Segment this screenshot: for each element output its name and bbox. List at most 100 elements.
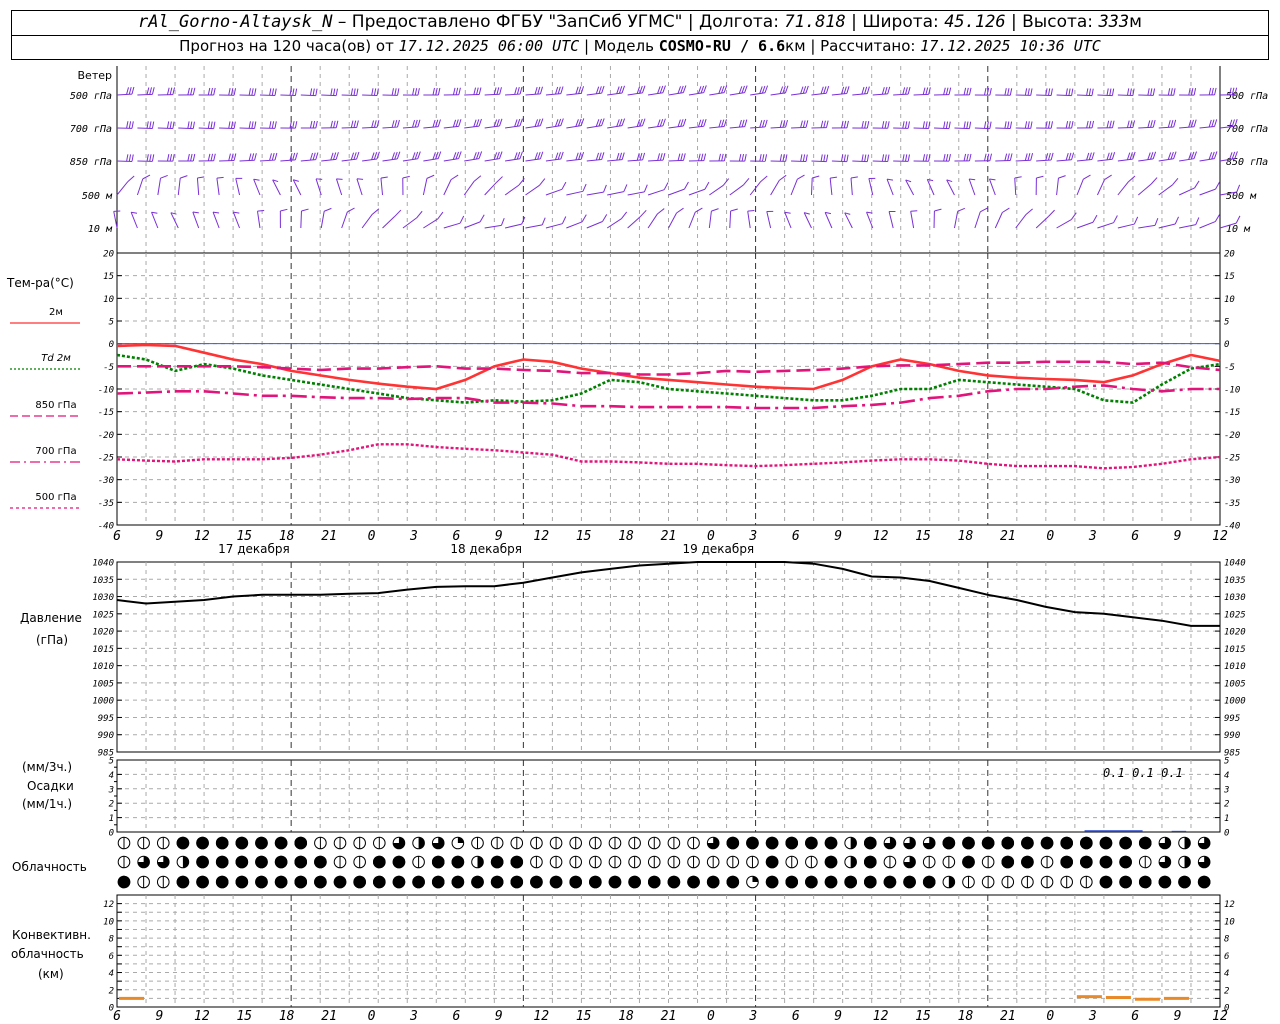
wind-barb-flag bbox=[595, 152, 600, 161]
wind-barb-flag bbox=[886, 178, 894, 181]
cloud-overcast bbox=[235, 836, 249, 850]
wind-barb-flag bbox=[1170, 119, 1174, 128]
wind-barb-flag bbox=[333, 152, 337, 160]
wind-barb-flag bbox=[356, 178, 364, 180]
wind-barb-flag bbox=[207, 121, 211, 129]
wind-barb-flag bbox=[1150, 88, 1153, 96]
wind-barb bbox=[586, 221, 603, 229]
wind-barb-flag bbox=[800, 86, 804, 94]
temp-tick-label: 20 bbox=[1224, 250, 1235, 260]
wind-barb bbox=[586, 191, 604, 196]
wind-barb-flag bbox=[759, 154, 762, 162]
cloud-overcast bbox=[746, 836, 759, 850]
wind-barb-flag bbox=[722, 178, 730, 186]
wind-barb-flag bbox=[1004, 121, 1007, 129]
wind-barb-flag bbox=[473, 87, 477, 95]
wind-barb-flag bbox=[192, 211, 199, 214]
wind-barb bbox=[566, 221, 583, 229]
wind-barb-flag bbox=[1152, 120, 1156, 128]
precip-tick-label: 1 bbox=[1224, 814, 1229, 824]
wind-barb-flag bbox=[682, 118, 687, 127]
wind-barb bbox=[790, 179, 798, 196]
wind-barb-flag bbox=[680, 85, 684, 94]
cloud-overcast bbox=[1060, 836, 1073, 850]
temp-tick-label: 10 bbox=[1224, 295, 1235, 305]
wind-barb-flag bbox=[1173, 151, 1177, 159]
wind-barb-flag bbox=[127, 175, 135, 183]
wind-barb-flag bbox=[149, 154, 152, 162]
wind-barb-flag bbox=[309, 152, 314, 161]
wind-barb-flag bbox=[1065, 88, 1068, 96]
wind-barb-flag bbox=[887, 121, 890, 129]
wind-barb bbox=[443, 222, 461, 229]
wind-barb-flag bbox=[1106, 88, 1109, 96]
conv-tick-label: 2 bbox=[109, 986, 114, 996]
wind-barb-flag bbox=[618, 118, 623, 127]
precip-value-label: 0.1 bbox=[1103, 766, 1125, 780]
wind-barb-flag bbox=[639, 118, 643, 127]
meteogram-chart: Ветер 500 гПа 500 гПа 700 гПа 700 гПа 850 гПа… bbox=[6, 66, 1268, 1024]
wind-barb-flag bbox=[450, 174, 459, 181]
pressure-tick-label: 1035 bbox=[1224, 576, 1246, 586]
wind-barb-flag bbox=[541, 217, 546, 226]
wind-barb-flag bbox=[131, 154, 134, 162]
wind-barb-flag bbox=[452, 119, 457, 128]
wind-barb-flag bbox=[677, 153, 681, 161]
wind-barb-flag bbox=[356, 88, 359, 96]
wind-barb-flag bbox=[151, 154, 155, 162]
wind-title: Ветер bbox=[78, 69, 112, 82]
pressure-tick-label: 1015 bbox=[1224, 645, 1246, 655]
wind-barb bbox=[910, 211, 915, 229]
wind-barb-flag bbox=[825, 85, 830, 94]
pressure-tick-label: 1030 bbox=[1224, 593, 1246, 603]
wind-barb bbox=[1137, 183, 1152, 196]
wind-barb bbox=[729, 210, 732, 229]
wind-barb-flag bbox=[657, 86, 661, 94]
conv-hour-label: 18 bbox=[279, 1009, 295, 1024]
cloud-overcast bbox=[903, 875, 916, 889]
wind-barb-flag bbox=[499, 118, 503, 127]
day-label: 19 декабря bbox=[683, 542, 755, 556]
cloud-overcast bbox=[1119, 836, 1132, 850]
wind-barb-flag bbox=[618, 86, 623, 94]
wind-barb-flag bbox=[1024, 153, 1028, 161]
wind-barb bbox=[232, 211, 241, 229]
wind-barb-flag bbox=[478, 118, 482, 127]
wind-barb-flag bbox=[718, 153, 721, 162]
wind-barb bbox=[335, 178, 343, 196]
wind-barb-flag bbox=[575, 152, 579, 161]
wind-barb-flag bbox=[677, 86, 682, 94]
wind-barb bbox=[747, 211, 751, 229]
wind-barb-flag bbox=[621, 152, 625, 160]
wind-barb-flag bbox=[841, 154, 844, 162]
wind-barb-flag bbox=[228, 88, 231, 96]
wind-barb-flag bbox=[1047, 152, 1051, 161]
wind-barb-flag bbox=[778, 174, 787, 181]
wind-barb-flag bbox=[680, 153, 684, 161]
wind-barb-flag bbox=[864, 86, 868, 95]
wind-barb-flag bbox=[458, 151, 462, 159]
wind-barb bbox=[749, 181, 762, 196]
pressure-tick-label: 1000 bbox=[1224, 697, 1246, 707]
wind-barb-flag bbox=[251, 153, 255, 161]
wind-barb bbox=[606, 218, 622, 229]
temp-hour-label: 6 bbox=[113, 529, 121, 544]
temp-title: Тем-ра(°С) bbox=[6, 276, 74, 290]
conv-hour-label: 3 bbox=[409, 1009, 418, 1024]
wind-barb-flag bbox=[1027, 121, 1030, 129]
wind-barb-flag bbox=[682, 85, 687, 93]
wind-barb-flag bbox=[1009, 88, 1013, 96]
wind-barb-flag bbox=[557, 86, 561, 94]
conv-tick-label: 8 bbox=[109, 935, 114, 945]
wind-barb-flag bbox=[394, 88, 397, 96]
cloud-half bbox=[182, 856, 189, 868]
wind-barb-flag bbox=[496, 87, 500, 95]
wind-barb bbox=[130, 212, 138, 229]
cloud-half bbox=[948, 876, 955, 888]
wind-barb-flag bbox=[621, 211, 628, 220]
wind-barb bbox=[688, 212, 696, 229]
cloud-overcast bbox=[589, 875, 602, 889]
wind-barb-flag bbox=[274, 152, 278, 161]
wind-barb-flag bbox=[864, 120, 867, 129]
temp-tick-label: -5 bbox=[1224, 363, 1235, 373]
